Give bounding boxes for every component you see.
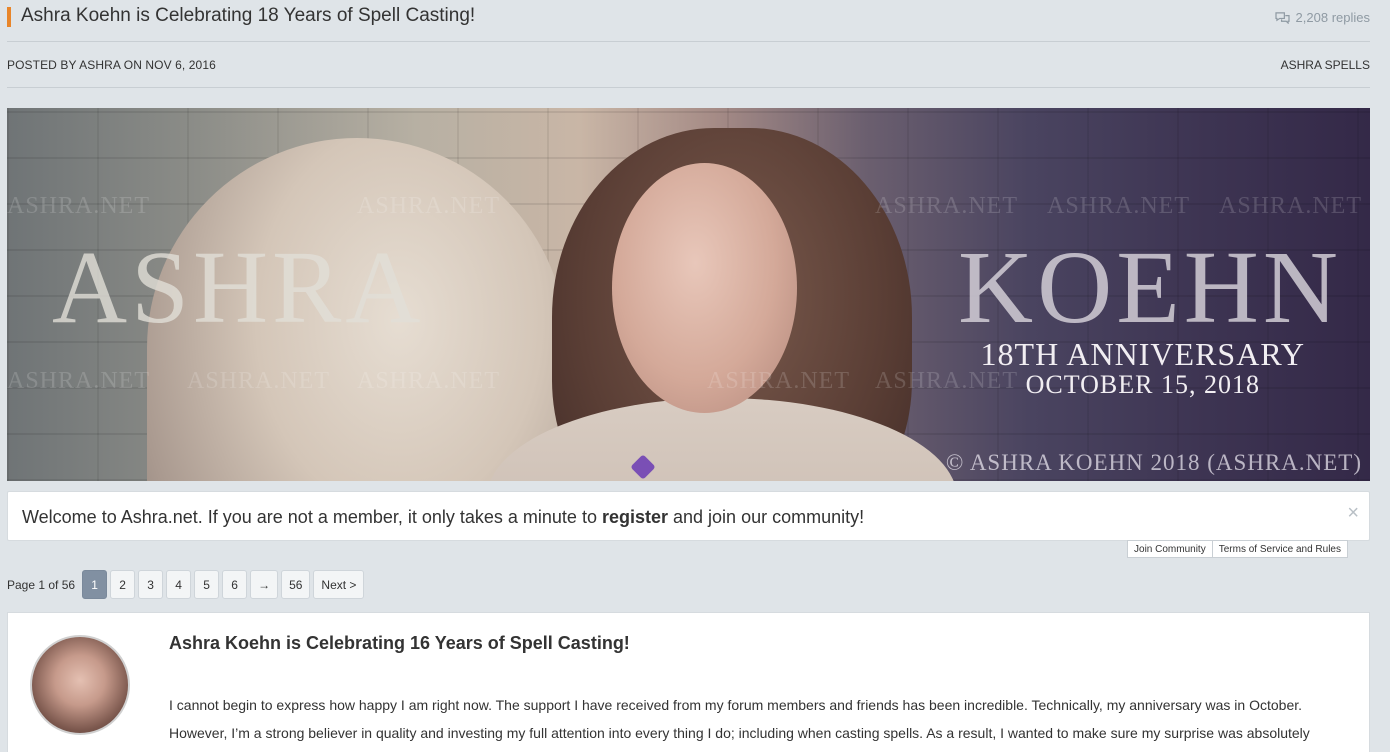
post-body-line: However, I’m a strong believer in qualit… <box>169 725 1310 741</box>
post-meta: POSTED BY ASHRA ON NOV 6, 2016 <box>7 58 216 72</box>
post-body-line: I cannot begin to express how happy I am… <box>169 697 1303 713</box>
join-community-link[interactable]: Join Community <box>1127 540 1213 558</box>
welcome-notice: Welcome to Ashra.net. If you are not a m… <box>7 491 1370 541</box>
register-link[interactable]: register <box>602 507 668 527</box>
page-button[interactable]: 6 <box>222 570 248 599</box>
welcome-text-after: and join our community! <box>668 507 865 527</box>
banner-watermark: ASHRA.NET <box>875 193 1019 219</box>
banner-watermark: ASHRA.NET <box>707 368 851 394</box>
banner-name-first: ASHRA <box>52 230 425 345</box>
speech-bubbles-icon <box>1274 12 1290 24</box>
page-button-current[interactable]: 1 <box>82 570 108 599</box>
divider <box>7 87 1370 88</box>
banner-watermark: ASHRA.NET <box>357 368 501 394</box>
thread-header: Ashra Koehn is Celebrating 18 Years of S… <box>0 0 1390 42</box>
post-title: Ashra Koehn is Celebrating 16 Years of S… <box>169 633 630 653</box>
banner-date: OCTOBER 15, 2018 <box>1025 370 1260 399</box>
welcome-text: Welcome to Ashra.net. If you are not a m… <box>22 507 864 528</box>
last-page-button[interactable]: 56 <box>281 570 311 599</box>
page-jump-button[interactable]: → <box>250 570 279 599</box>
close-icon[interactable]: × <box>1347 503 1359 523</box>
page-button[interactable]: 3 <box>138 570 164 599</box>
banner-watermark: ASHRA.NET <box>357 193 501 219</box>
terms-link[interactable]: Terms of Service and Rules <box>1212 540 1348 558</box>
page-button[interactable]: 2 <box>110 570 136 599</box>
reply-count-text: 2,208 replies <box>1295 10 1370 25</box>
anniversary-banner: ASHRA.NET ASHRA.NET ASHRA.NET ASHRA.NET … <box>7 108 1370 481</box>
banner-watermark: ASHRA.NET <box>187 368 331 394</box>
banner-copyright: © ASHRA KOEHN 2018 (ASHRA.NET) <box>945 450 1362 475</box>
welcome-text-before: Welcome to Ashra.net. If you are not a m… <box>22 507 602 527</box>
forum-post: Ashra Koehn is Celebrating 16 Years of S… <box>7 612 1370 752</box>
page-indicator: Page 1 of 56 <box>7 577 76 592</box>
category-link[interactable]: ASHRA SPELLS <box>1281 58 1370 72</box>
banner-watermark: ASHRA.NET <box>7 193 151 219</box>
next-page-button[interactable]: Next > <box>313 570 365 599</box>
banner-name-last: KOEHN <box>958 230 1342 345</box>
banner-anniversary: 18TH ANNIVERSARY <box>980 336 1305 372</box>
pagination: Page 1 of 56 1 2 3 4 5 6 → 56 Next > <box>7 570 367 599</box>
page-button[interactable]: 4 <box>166 570 192 599</box>
divider <box>7 41 1370 42</box>
notice-links: Join Community Terms of Service and Rule… <box>1127 540 1348 558</box>
post-body: I cannot begin to express how happy I am… <box>169 691 1339 747</box>
title-accent-bar <box>7 7 11 27</box>
thread-title: Ashra Koehn is Celebrating 18 Years of S… <box>21 5 476 26</box>
banner-watermark: ASHRA.NET <box>1219 193 1363 219</box>
avatar[interactable] <box>30 635 130 735</box>
banner-watermark: ASHRA.NET <box>1047 193 1191 219</box>
banner-watermark: ASHRA.NET <box>7 368 151 394</box>
reply-count: 2,208 replies <box>1274 10 1370 25</box>
page-button[interactable]: 5 <box>194 570 220 599</box>
